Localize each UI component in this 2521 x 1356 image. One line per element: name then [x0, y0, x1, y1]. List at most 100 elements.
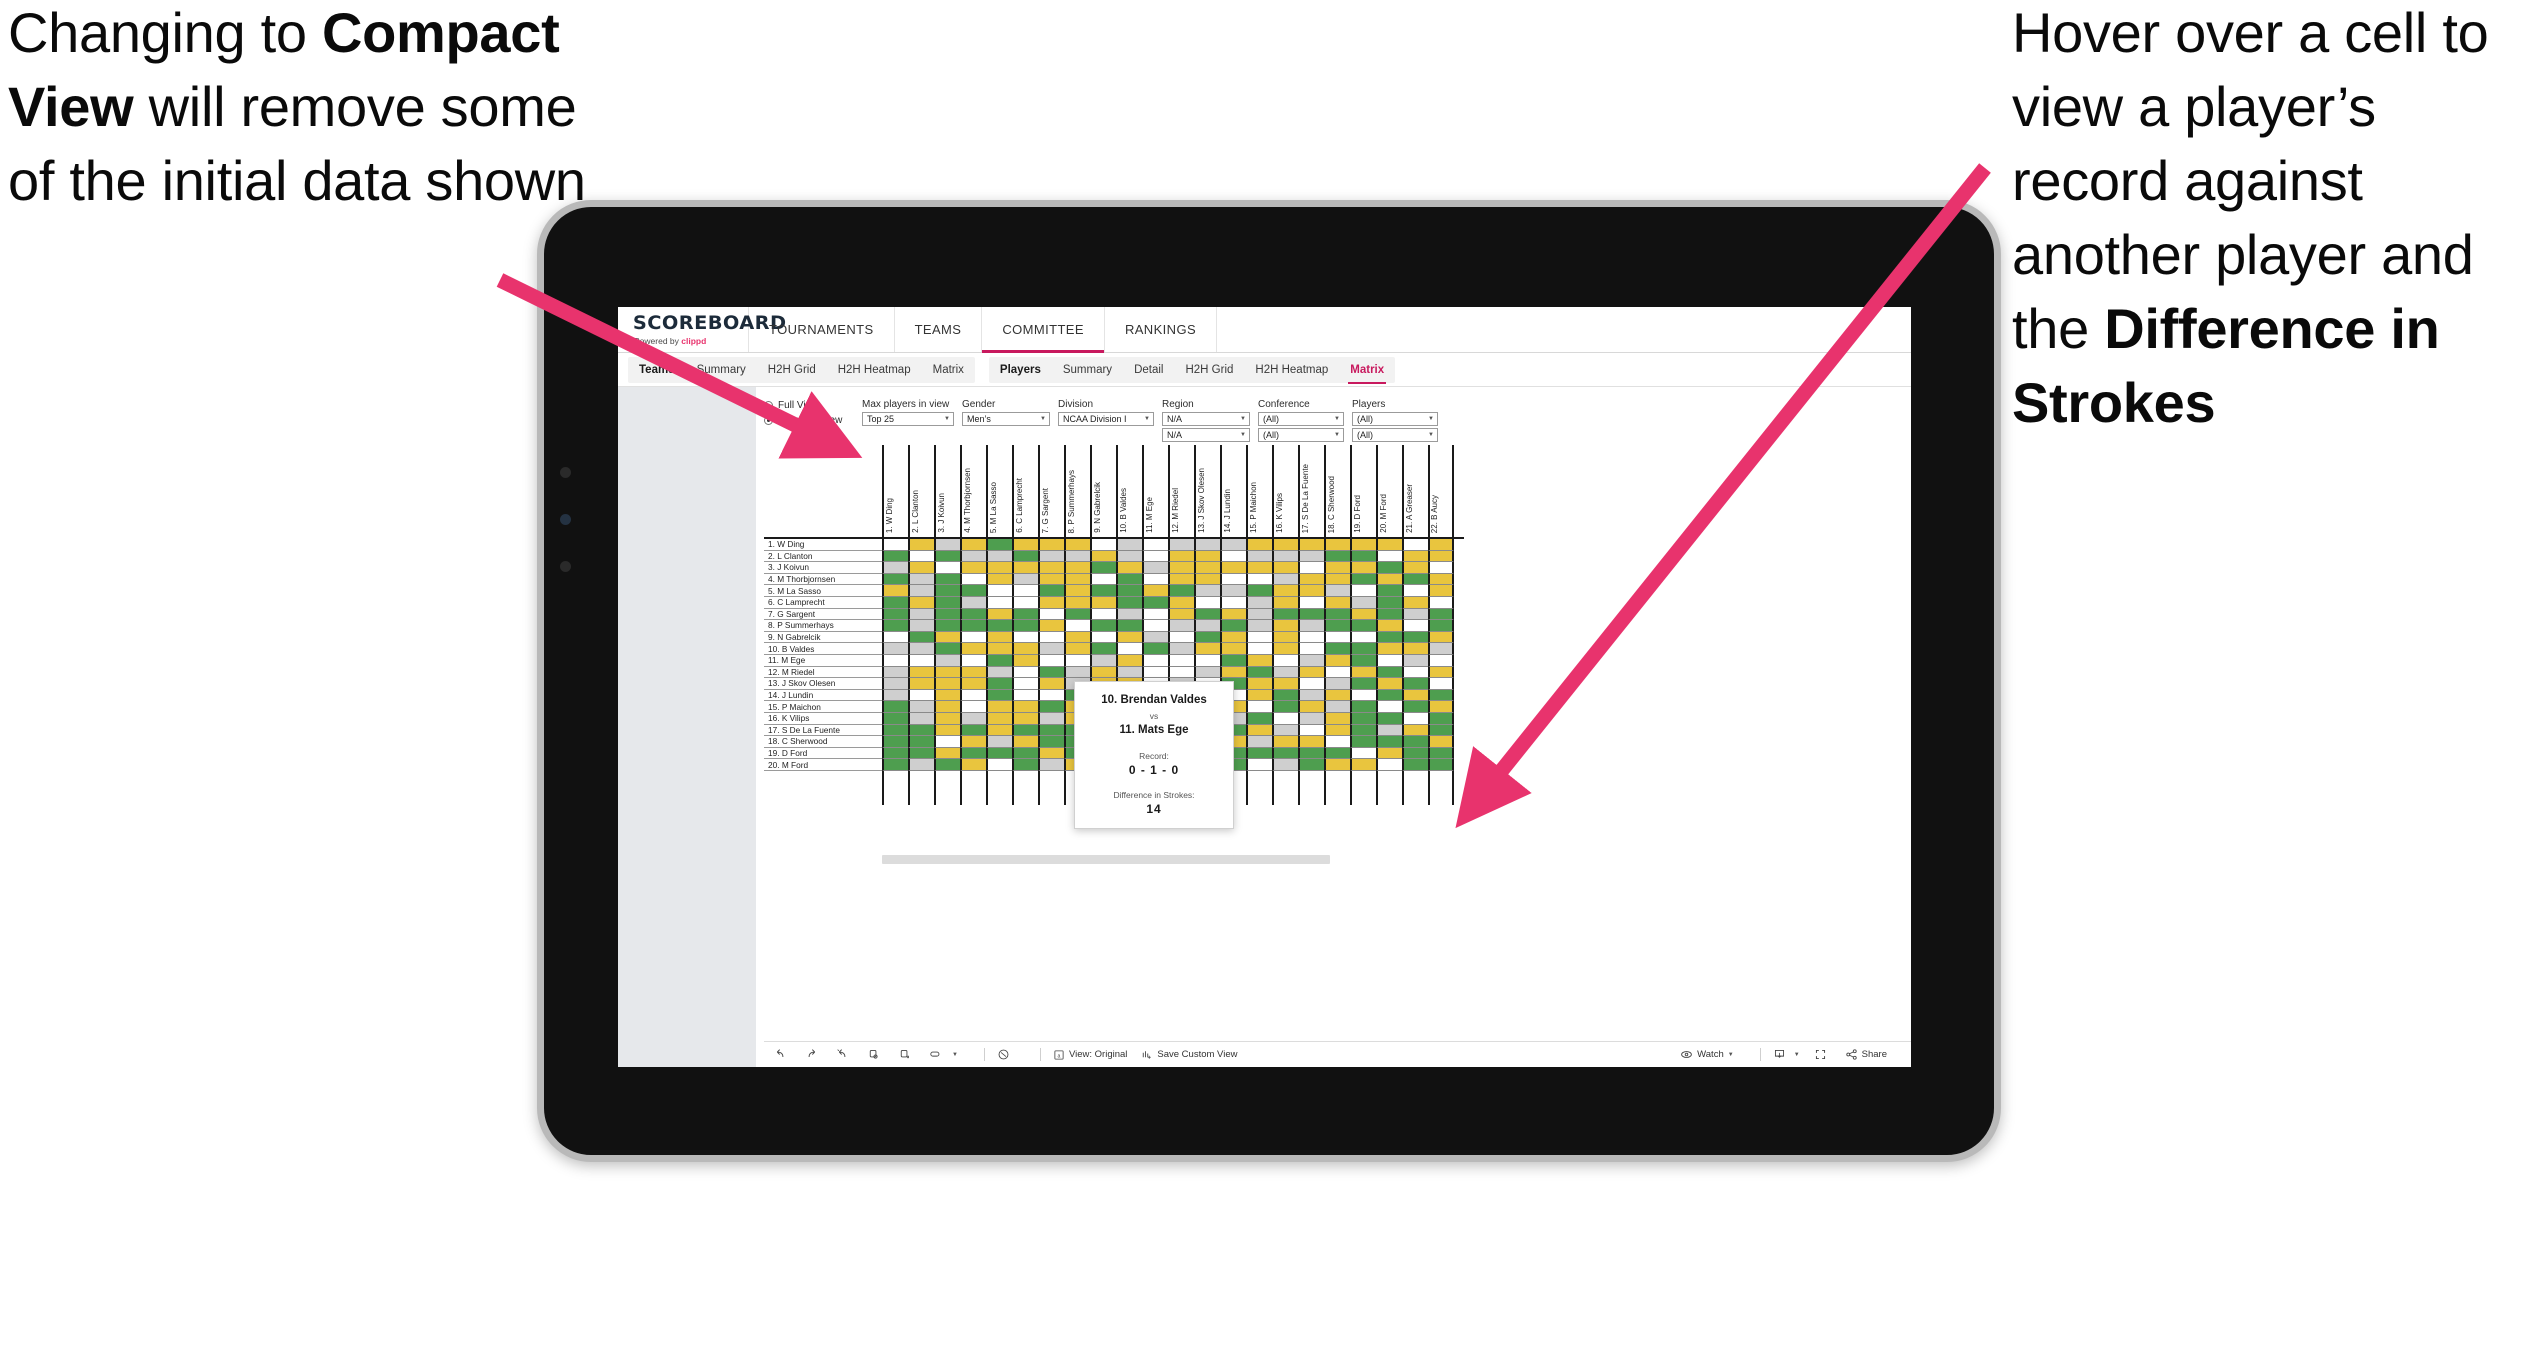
matrix-cell[interactable]	[1428, 585, 1454, 597]
matrix-col-header[interactable]: 12. M Riedel	[1168, 445, 1194, 537]
matrix-cell[interactable]	[1142, 654, 1168, 667]
matrix-cell[interactable]	[1246, 550, 1272, 563]
matrix-cell[interactable]	[1350, 539, 1376, 551]
matrix-cell[interactable]	[1272, 678, 1298, 690]
matrix-cell[interactable]	[1038, 550, 1064, 563]
matrix-col-header[interactable]: 19. D Ford	[1350, 445, 1376, 537]
matrix-cell[interactable]	[1272, 701, 1298, 713]
matrix-cell[interactable]	[1402, 573, 1428, 586]
matrix-cell[interactable]	[1116, 585, 1142, 597]
matrix-cell[interactable]	[1428, 550, 1454, 563]
matrix-cell[interactable]	[986, 759, 1012, 771]
matrix-cell[interactable]	[1272, 654, 1298, 667]
matrix-cell[interactable]	[960, 654, 986, 667]
matrix-cell[interactable]	[1220, 539, 1246, 551]
matrix-cell[interactable]	[1142, 643, 1168, 655]
matrix-cell[interactable]	[1350, 712, 1376, 725]
matrix-cell[interactable]	[908, 643, 934, 655]
matrix-cell[interactable]	[960, 712, 986, 725]
matrix-col-header[interactable]: 4. M Thorbjornsen	[960, 445, 986, 537]
matrix-cell[interactable]	[986, 736, 1012, 748]
matrix-cell[interactable]	[1246, 747, 1272, 760]
matrix-cell[interactable]	[1090, 596, 1116, 609]
matrix-cell[interactable]	[1012, 620, 1038, 632]
matrix-cell[interactable]	[1376, 747, 1402, 760]
filter-select[interactable]: (All) ▼	[1258, 412, 1344, 426]
matrix-cell[interactable]	[1402, 562, 1428, 574]
matrix-cell[interactable]	[1272, 747, 1298, 760]
matrix-cell[interactable]	[1246, 562, 1272, 574]
matrix-cell[interactable]	[1142, 585, 1168, 597]
matrix-cell[interactable]	[1038, 620, 1064, 632]
matrix-cell[interactable]	[1350, 666, 1376, 679]
matrix-cell[interactable]	[1194, 585, 1220, 597]
matrix-row-label[interactable]: 6. C Lamprecht	[764, 596, 882, 609]
matrix-cell[interactable]	[1220, 631, 1246, 644]
matrix-cell[interactable]	[1246, 608, 1272, 621]
matrix-cell[interactable]	[1090, 539, 1116, 551]
matrix-cell[interactable]	[934, 736, 960, 748]
matrix-cell[interactable]	[1038, 573, 1064, 586]
matrix-cell[interactable]	[1168, 643, 1194, 655]
matrix-cell[interactable]	[908, 596, 934, 609]
matrix-cell[interactable]	[934, 712, 960, 725]
matrix-cell[interactable]	[960, 550, 986, 563]
matrix-cell[interactable]	[1038, 678, 1064, 690]
matrix-cell[interactable]	[960, 631, 986, 644]
matrix-cell[interactable]	[960, 689, 986, 702]
matrix-cell[interactable]	[1402, 666, 1428, 679]
matrix-cell[interactable]	[1402, 747, 1428, 760]
matrix-cell[interactable]	[1038, 631, 1064, 644]
matrix-cell[interactable]	[1324, 689, 1350, 702]
matrix-cell[interactable]	[1220, 573, 1246, 586]
matrix-cell[interactable]	[1142, 631, 1168, 644]
matrix-cell[interactable]	[1168, 539, 1194, 551]
matrix-cell[interactable]	[934, 643, 960, 655]
matrix-cell[interactable]	[1012, 666, 1038, 679]
matrix-cell[interactable]	[1272, 643, 1298, 655]
matrix-cell[interactable]	[986, 701, 1012, 713]
matrix-cell[interactable]	[934, 620, 960, 632]
matrix-row-label[interactable]: 16. K Vilips	[764, 712, 882, 725]
matrix-cell[interactable]	[1376, 689, 1402, 702]
subnav-tab-h2h-grid[interactable]: H2H Grid	[757, 357, 827, 383]
matrix-cell[interactable]	[908, 736, 934, 748]
matrix-row-label[interactable]: 14. J Lundin	[764, 689, 882, 702]
matrix-cell[interactable]	[1038, 643, 1064, 655]
matrix-cell[interactable]	[1168, 596, 1194, 609]
matrix-cell[interactable]	[1246, 585, 1272, 597]
matrix-cell[interactable]	[1194, 562, 1220, 574]
matrix-cell[interactable]	[882, 724, 908, 737]
matrix-cell[interactable]	[1272, 689, 1298, 702]
matrix-cell[interactable]	[1246, 724, 1272, 737]
matrix-cell[interactable]	[1402, 631, 1428, 644]
matrix-row-label[interactable]: 20. M Ford	[764, 759, 882, 771]
matrix-col-header[interactable]: 9. N Gabrelcik	[1090, 445, 1116, 537]
matrix-row-label[interactable]: 18. C Sherwood	[764, 736, 882, 748]
matrix-cell[interactable]	[1324, 654, 1350, 667]
matrix-cell[interactable]	[1402, 689, 1428, 702]
matrix-cell[interactable]	[1194, 550, 1220, 563]
matrix-cell[interactable]	[908, 539, 934, 551]
matrix-cell[interactable]	[1324, 608, 1350, 621]
matrix-cell[interactable]	[1116, 620, 1142, 632]
matrix-row-label[interactable]: 4. M Thorbjornsen	[764, 573, 882, 586]
matrix-cell[interactable]	[1064, 562, 1090, 574]
matrix-cell[interactable]	[882, 596, 908, 609]
matrix-cell[interactable]	[1090, 608, 1116, 621]
matrix-cell[interactable]	[1168, 631, 1194, 644]
topnav-item-teams[interactable]: TEAMS	[895, 307, 983, 352]
matrix-cell[interactable]	[1220, 596, 1246, 609]
matrix-cell[interactable]	[986, 678, 1012, 690]
matrix-cell[interactable]	[1428, 678, 1454, 690]
matrix-cell[interactable]	[1298, 596, 1324, 609]
matrix-cell[interactable]	[1376, 678, 1402, 690]
matrix-cell[interactable]	[882, 654, 908, 667]
matrix-cell[interactable]	[882, 539, 908, 551]
matrix-cell[interactable]	[1428, 631, 1454, 644]
matrix-cell[interactable]	[1116, 573, 1142, 586]
matrix-cell[interactable]	[1272, 562, 1298, 574]
matrix-cell[interactable]	[1116, 666, 1142, 679]
matrix-cell[interactable]	[1428, 573, 1454, 586]
matrix-cell[interactable]	[1272, 666, 1298, 679]
